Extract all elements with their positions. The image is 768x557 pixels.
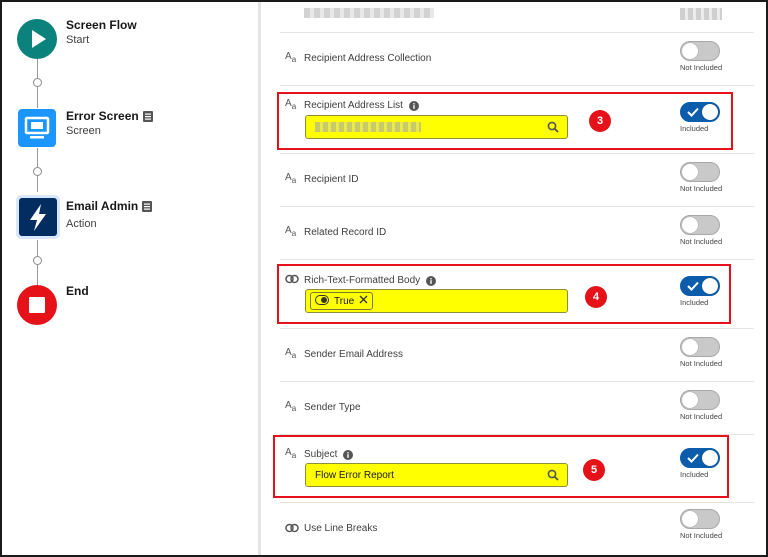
annotation-box [277, 92, 733, 150]
lightning-icon [16, 195, 60, 244]
node-title: Email Admin [66, 199, 153, 213]
screenshot-frame: Screen Flow Start Error Screen Screen Em… [0, 0, 768, 557]
node-subtitle: Start [66, 34, 90, 46]
toggle-caption: Not Included [680, 531, 723, 540]
annotation-badge: 3 [589, 110, 611, 132]
node-subtitle: Action [66, 218, 97, 230]
toggle-caption: Not Included [680, 412, 723, 421]
description-icon [142, 110, 153, 122]
annotation-box [277, 264, 731, 324]
blurred-text [304, 8, 434, 18]
stop-icon [16, 284, 58, 331]
text-type-icon: Aa [285, 172, 297, 185]
row-label: Recipient Address Collection [304, 53, 432, 64]
include-toggle[interactable] [680, 215, 720, 235]
flow-canvas: Screen Flow Start Error Screen Screen Em… [2, 2, 258, 555]
text-type-icon: Aa [285, 347, 297, 360]
boolean-type-icon [285, 523, 301, 537]
annotation-badge: 4 [585, 286, 607, 308]
cropped-row [280, 2, 754, 33]
description-icon [142, 200, 153, 212]
blurred-text [680, 8, 722, 20]
node-subtitle: Screen [66, 125, 101, 137]
toggle-caption: Not Included [680, 63, 723, 72]
include-toggle[interactable] [680, 390, 720, 410]
input-row: Aa Related Record ID Not Included [280, 207, 754, 260]
row-label: Recipient ID [304, 174, 359, 185]
node-title: Screen Flow [66, 18, 137, 32]
include-toggle[interactable] [680, 162, 720, 182]
row-label: Use Line Breaks [304, 523, 378, 534]
screen-icon [16, 109, 58, 154]
toggle-caption: Not Included [680, 237, 723, 246]
node-title: Error Screen [66, 109, 153, 123]
row-label: Related Record ID [304, 227, 387, 238]
include-toggle[interactable] [680, 41, 720, 61]
connector-dot[interactable] [33, 256, 42, 265]
include-toggle[interactable] [680, 509, 720, 529]
input-row: Aa Sender Email Address Not Included [280, 329, 754, 382]
input-row: Use Line Breaks Not Included [280, 503, 754, 555]
toggle-caption: Not Included [680, 184, 723, 193]
annotation-box [273, 435, 729, 498]
row-label: Sender Email Address [304, 349, 403, 360]
connector-dot[interactable] [33, 167, 42, 176]
text-type-icon: Aa [285, 51, 297, 64]
text-type-icon: Aa [285, 225, 297, 238]
node-title: End [66, 284, 89, 298]
include-toggle[interactable] [680, 337, 720, 357]
input-row: Aa Recipient Address Collection Not Incl… [280, 33, 754, 86]
connector-dot[interactable] [33, 78, 42, 87]
input-row: Aa Recipient ID Not Included [280, 154, 754, 207]
toggle-caption: Not Included [680, 359, 723, 368]
row-label: Sender Type [304, 402, 361, 413]
play-icon [16, 18, 58, 65]
text-type-icon: Aa [285, 400, 297, 413]
annotation-badge: 5 [583, 459, 605, 481]
input-row: Aa Sender Type Not Included [280, 382, 754, 435]
